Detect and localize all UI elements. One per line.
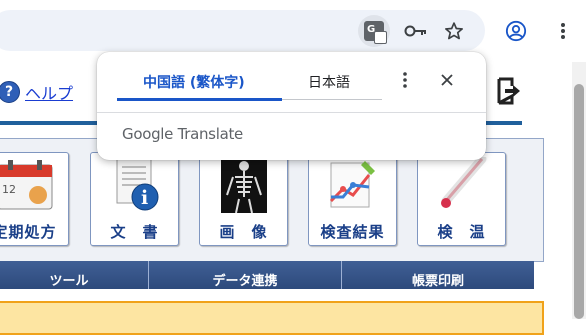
tab-target-language[interactable]: 日本語 <box>308 72 350 92</box>
tile-documents[interactable]: i 文 書 <box>90 152 179 246</box>
key-icon[interactable] <box>400 15 432 47</box>
help-icon: ? <box>0 81 20 103</box>
tile-temperature[interactable]: 検 温 <box>417 152 506 246</box>
google-translate-brand: Google Translate <box>122 125 243 143</box>
tab-label: データ連携 <box>212 274 278 289</box>
translate-popup: 中国語 (繁体字) 日本語 Google Translate <box>97 52 486 160</box>
star-icon[interactable] <box>438 15 470 47</box>
tab-label: 帳票印刷 <box>411 274 464 289</box>
help-link[interactable]: ? ヘルプ <box>0 80 73 104</box>
active-tab-indicator <box>117 98 282 101</box>
thermometer-icon <box>434 154 490 217</box>
tile-label: 検 温 <box>437 223 486 241</box>
logout-icon[interactable] <box>496 76 522 110</box>
document-info-icon: i <box>105 157 165 217</box>
tab-form-print[interactable]: 帳票印刷 <box>342 261 534 289</box>
svg-text:12: 12 <box>2 183 16 196</box>
close-icon[interactable] <box>437 70 457 90</box>
calendar-icon: 12 <box>0 157 56 215</box>
tile-label: 検査結果 <box>320 223 385 241</box>
tile-label: 文 書 <box>110 223 159 241</box>
more-vert-icon[interactable] <box>397 70 413 90</box>
section-tab-bar: ツール データ連携 帳票印刷 <box>0 261 534 289</box>
help-label[interactable]: ヘルプ <box>25 80 73 104</box>
google-translate-icon[interactable]: G <box>358 15 390 47</box>
tab-label: ツール <box>49 274 89 289</box>
profile-icon[interactable] <box>500 15 532 47</box>
xray-icon <box>220 157 267 217</box>
chart-icon <box>325 157 381 217</box>
tile-periodic-prescription[interactable]: 12 定期処方 <box>0 152 69 246</box>
tab-source-language[interactable]: 中国語 (繁体字) <box>143 72 245 92</box>
popup-divider <box>97 112 486 113</box>
tile-label: 定期処方 <box>0 223 57 241</box>
tab-tools[interactable]: ツール <box>0 261 149 289</box>
tile-label: 画 像 <box>219 223 268 241</box>
tab-data-link[interactable]: データ連携 <box>149 261 342 289</box>
svg-text:i: i <box>141 187 148 209</box>
kebab-menu-icon[interactable] <box>547 15 579 47</box>
notice-panel <box>0 301 544 335</box>
tab-track <box>282 99 382 100</box>
tile-images[interactable]: 画 像 <box>199 152 288 246</box>
translate-glyph: G <box>364 21 387 44</box>
tile-test-results[interactable]: 検査結果 <box>308 152 397 246</box>
scrollbar-thumb[interactable] <box>574 84 584 319</box>
